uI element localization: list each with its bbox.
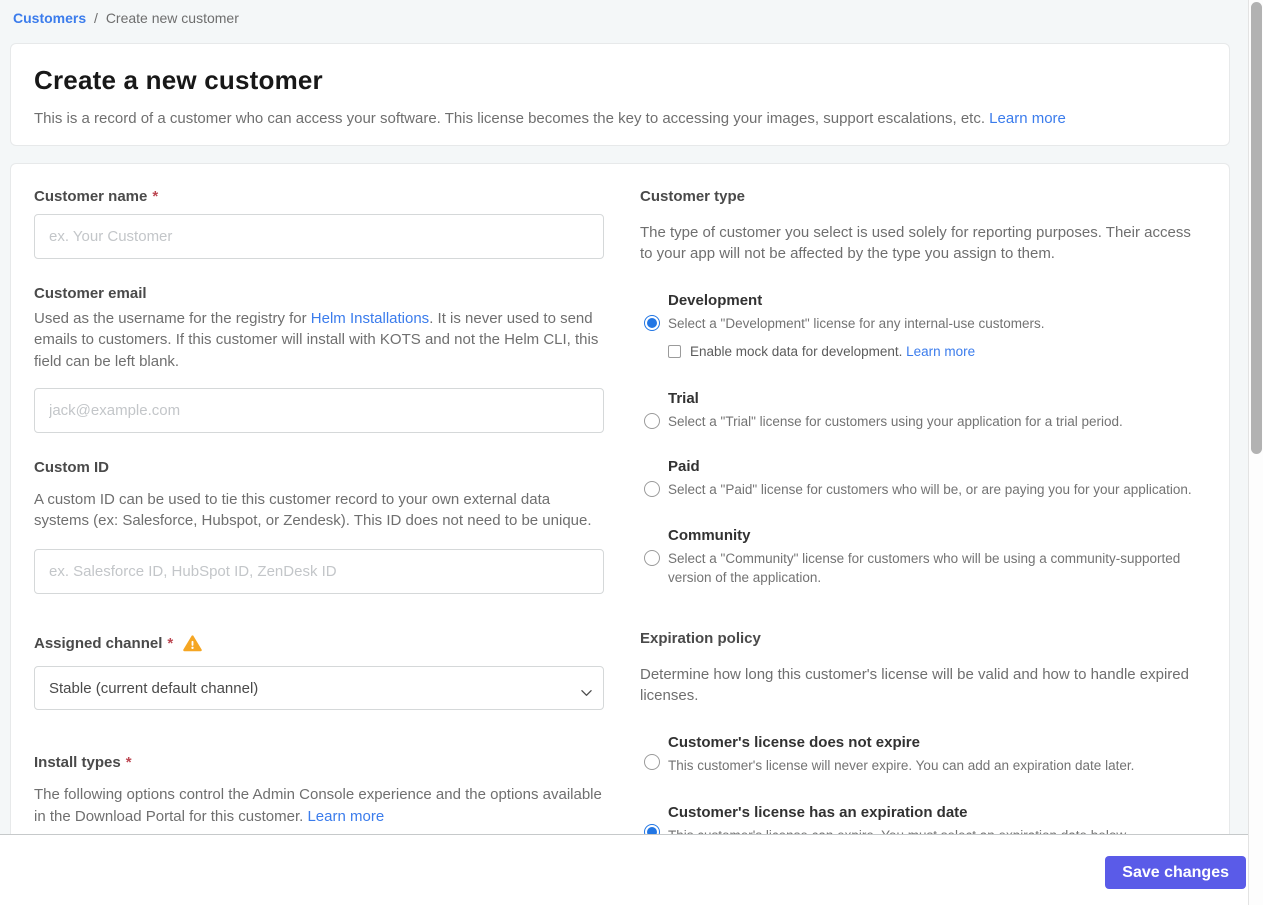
trial-radio[interactable] xyxy=(644,412,660,429)
customer-email-input[interactable] xyxy=(34,387,604,433)
required-asterisk: * xyxy=(167,635,174,653)
customer-name-label-text: Customer name xyxy=(34,188,148,205)
customer-name-input[interactable] xyxy=(34,214,604,259)
development-radio[interactable] xyxy=(644,315,660,331)
install-types-learn-more-link[interactable]: Learn more xyxy=(307,808,384,825)
mock-data-label-text: Enable mock data for development. xyxy=(690,343,907,359)
customer-type-option-trial: Trial Select a "Trial" license for custo… xyxy=(640,390,1196,432)
page-description: This is a record of a customer who can a… xyxy=(34,110,1206,127)
breadcrumb-current: Create new customer xyxy=(105,10,239,26)
customer-email-label: Customer email xyxy=(34,285,604,302)
page-title: Create a new customer xyxy=(34,65,323,95)
assigned-channel-field: Assigned channel * Stable (current defaul… xyxy=(34,635,604,711)
scrollbar-thumb[interactable] xyxy=(1251,2,1262,454)
page-header-card: Create a new customer This is a record o… xyxy=(10,43,1230,146)
customer-type-section: Customer type The type of customer you s… xyxy=(640,188,1196,588)
required-asterisk: * xyxy=(152,188,159,205)
install-types-label-text: Install types xyxy=(34,754,121,772)
customer-type-option-paid: Paid Select a "Paid" license for custome… xyxy=(640,458,1196,500)
customer-email-label-text: Customer email xyxy=(34,285,147,302)
assigned-channel-label: Assigned channel * xyxy=(34,635,604,652)
paid-description: Select a "Paid" license for customers wh… xyxy=(668,482,1192,498)
customer-type-description: The type of customer you select is used … xyxy=(640,224,1191,262)
form-footer-bar: Save changes xyxy=(0,834,1263,905)
license-no-expire-description: This customer's license will never expir… xyxy=(668,757,1135,773)
development-title: Development xyxy=(668,292,763,309)
breadcrumb-separator: / xyxy=(94,10,98,26)
development-description: Select a "Development" license for any i… xyxy=(668,316,1045,331)
breadcrumb: Customers / Create new customer xyxy=(0,0,1263,26)
community-title: Community xyxy=(668,526,751,544)
save-changes-button[interactable]: Save changes xyxy=(1105,856,1246,889)
mock-data-row: Enable mock data for development. Learn … xyxy=(668,344,1196,359)
assigned-channel-label-text: Assigned channel xyxy=(34,635,163,653)
expiration-policy-section: Expiration policy Determine how long thi… xyxy=(640,630,1196,841)
customer-email-field: Customer email Used as the username for … xyxy=(34,285,604,433)
trial-description: Select a "Trial" license for customers u… xyxy=(668,413,1123,429)
customer-email-help: Used as the username for the registry fo… xyxy=(34,308,604,372)
breadcrumb-customers-link[interactable]: Customers xyxy=(13,10,86,26)
customer-email-help-before: Used as the username for the registry fo… xyxy=(34,310,311,327)
mock-data-label: Enable mock data for development. Learn … xyxy=(690,344,975,359)
customer-type-option-community: Community Select a "Community" license f… xyxy=(640,527,1196,588)
custom-id-field: Custom ID A custom ID can be used to tie… xyxy=(34,459,604,595)
required-asterisk: * xyxy=(125,754,132,772)
custom-id-label-text: Custom ID xyxy=(34,458,109,476)
page-description-text: This is a record of a customer who can a… xyxy=(34,110,990,127)
expiration-policy-description: Determine how long this customer's licen… xyxy=(640,665,1189,704)
form-left-column: Customer name* Customer email Used as th… xyxy=(34,188,604,841)
header-learn-more-link[interactable]: Learn more xyxy=(989,110,1066,127)
expiration-policy-title: Expiration policy xyxy=(640,629,761,647)
customer-name-label: Customer name * xyxy=(34,188,604,205)
custom-id-label: Custom ID xyxy=(34,459,604,476)
paid-title: Paid xyxy=(668,458,700,476)
expiration-option-no-expire: Customer's license does not expire This … xyxy=(640,734,1196,776)
custom-id-help: A custom ID can be used to tie this cust… xyxy=(34,490,592,530)
customer-form-card: Customer name* Customer email Used as th… xyxy=(10,163,1230,841)
helm-installations-link[interactable]: Helm Installations xyxy=(311,310,429,327)
license-no-expire-title: Customer's license does not expire xyxy=(668,733,920,751)
mock-data-learn-more-link[interactable]: Learn more xyxy=(906,344,975,359)
form-right-column: Customer type The type of customer you s… xyxy=(640,188,1196,841)
trial-title: Trial xyxy=(668,389,699,407)
install-types-help: The following options control the Admin … xyxy=(34,784,604,827)
customer-type-title: Customer type xyxy=(640,188,746,205)
customer-type-option-development: Development Select a "Development" licen… xyxy=(640,292,1196,359)
warning-icon xyxy=(183,635,202,652)
license-no-expire-radio[interactable] xyxy=(644,753,660,770)
install-types-field: Install types * The following options con… xyxy=(34,754,604,827)
assigned-channel-select[interactable]: Stable (current default channel) xyxy=(34,666,604,711)
custom-id-input[interactable] xyxy=(34,549,604,595)
install-types-label: Install types * xyxy=(34,754,604,771)
community-radio[interactable] xyxy=(644,549,660,566)
community-description: Select a "Community" license for custome… xyxy=(668,550,1181,586)
customer-name-field: Customer name * xyxy=(34,188,604,259)
page-scrollbar[interactable] xyxy=(1248,0,1263,905)
paid-radio[interactable] xyxy=(644,481,660,498)
mock-data-checkbox[interactable] xyxy=(668,344,681,358)
license-expires-title: Customer's license has an expiration dat… xyxy=(668,804,968,822)
